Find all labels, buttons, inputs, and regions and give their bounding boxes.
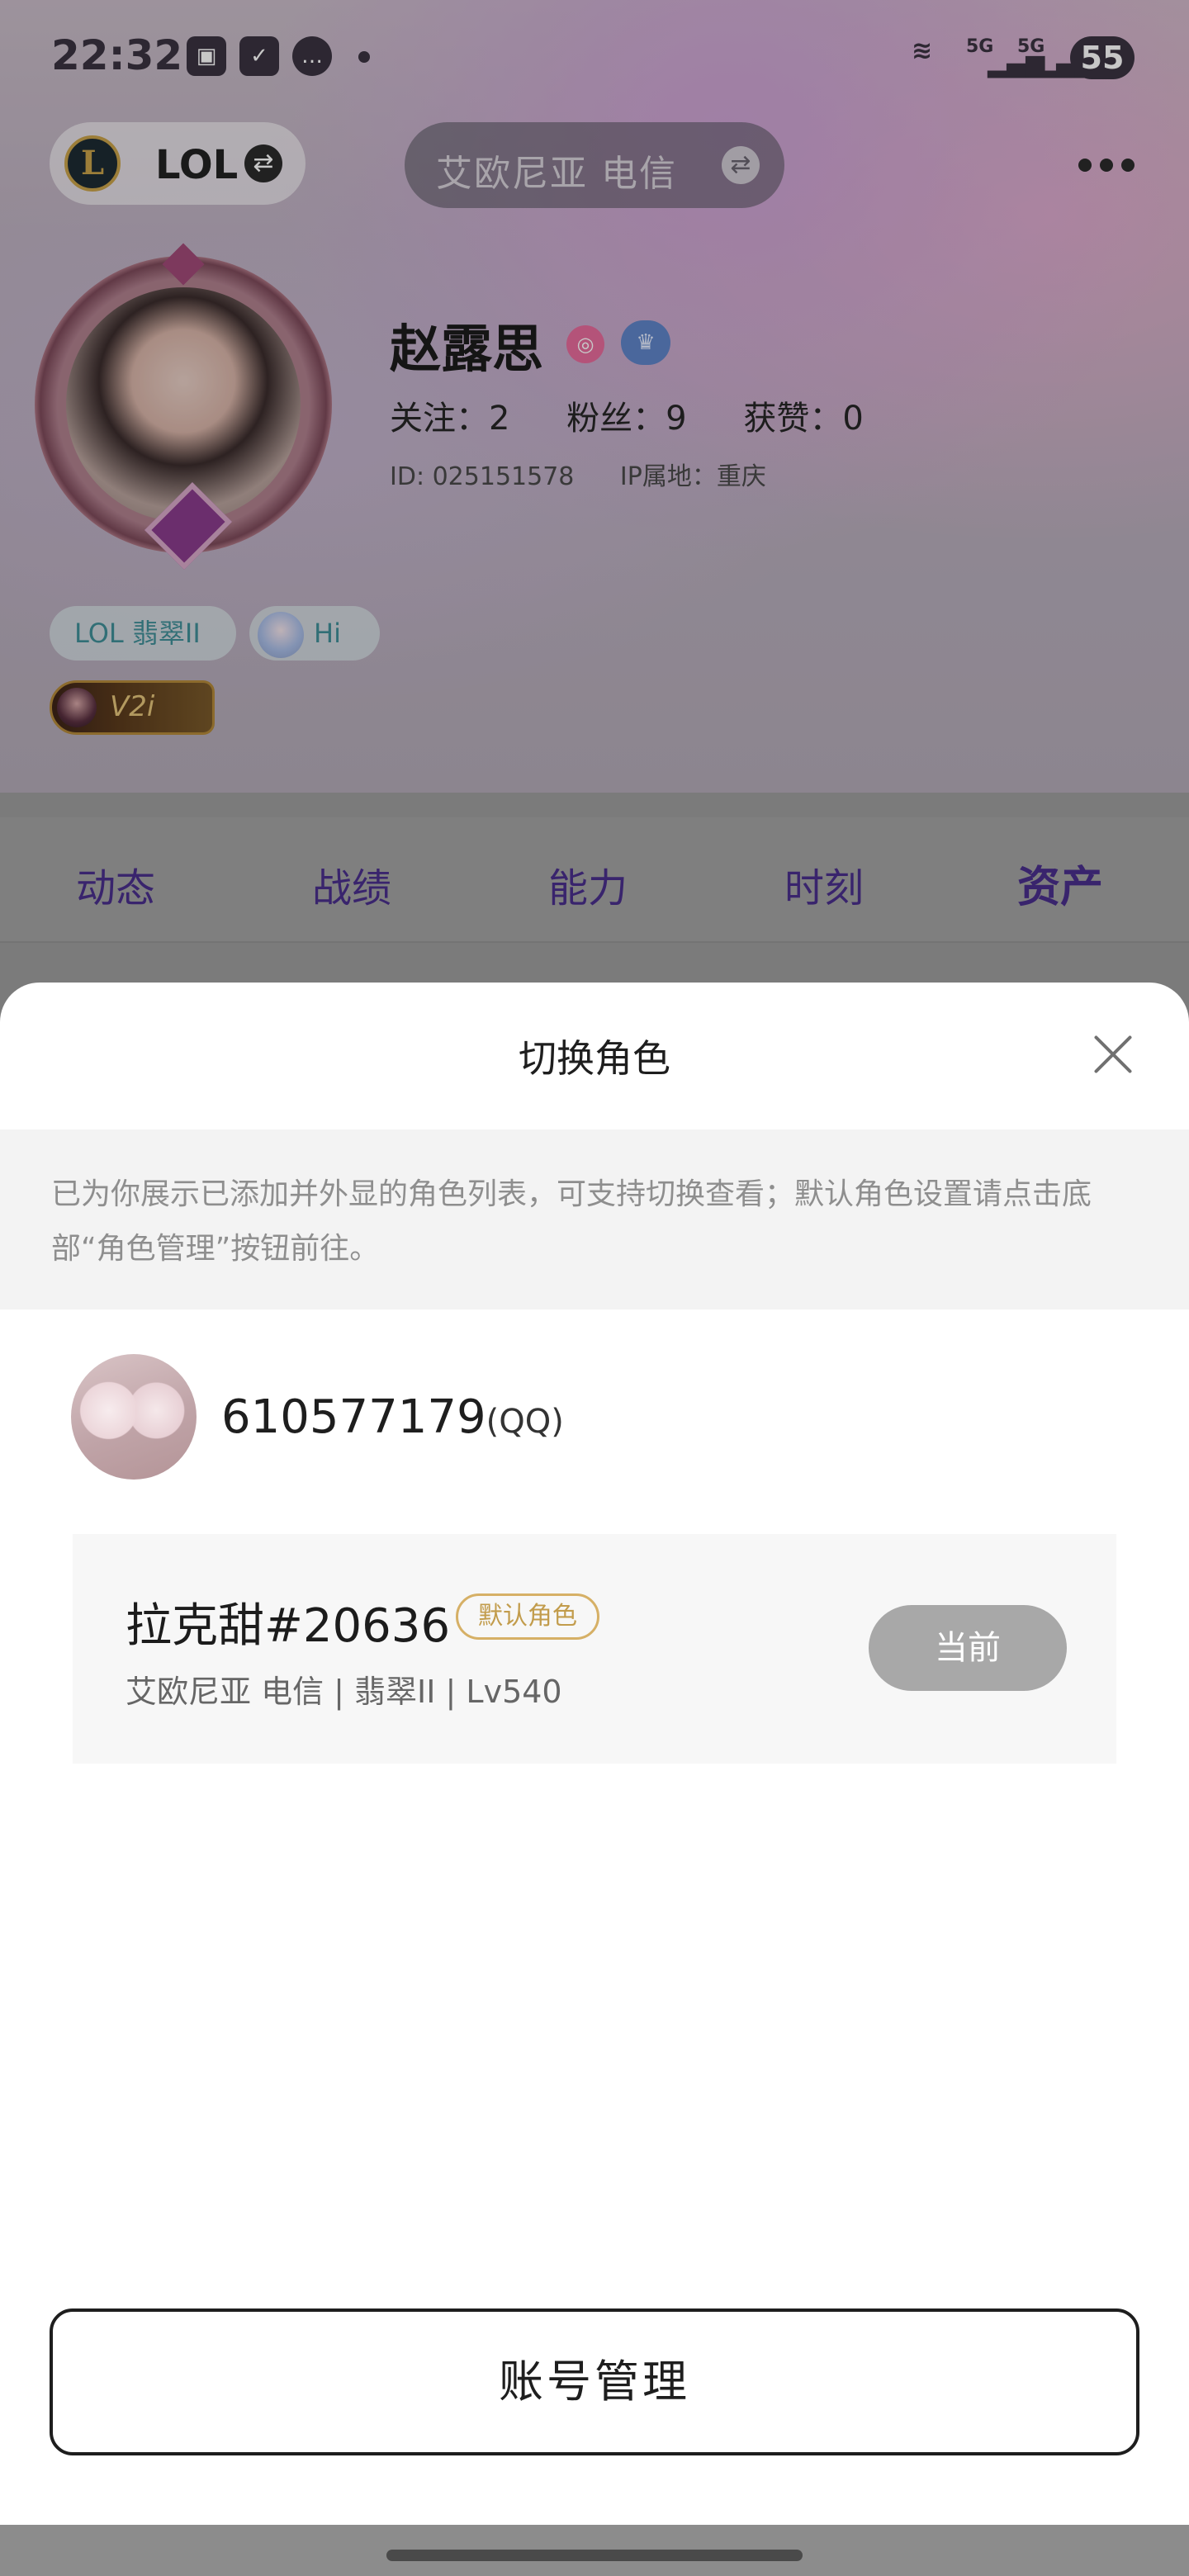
account-avatar [71, 1354, 197, 1480]
system-navigation-bar [0, 2525, 1189, 2576]
account-management-button[interactable]: 账号管理 [50, 2308, 1139, 2455]
home-indicator[interactable] [386, 2550, 803, 2561]
role-detail: 艾欧尼亚 电信 | 翡翠II | Lv540 [126, 1674, 562, 1710]
account-type: (QQ) [486, 1403, 564, 1441]
role-card[interactable]: 拉克甜#20636 默认角色 艾欧尼亚 电信 | 翡翠II | Lv540 当前 [73, 1534, 1116, 1764]
sheet-title: 切换角色 [519, 1036, 670, 1081]
close-icon[interactable] [1087, 1027, 1141, 1082]
account-number: 610577179 [221, 1390, 486, 1444]
switch-role-sheet: 切换角色 已为你展示已添加并外显的角色列表，可支持切换查看；默认角色设置请点击底… [0, 983, 1189, 2525]
current-role-button[interactable]: 当前 [869, 1605, 1067, 1691]
default-role-badge: 默认角色 [456, 1593, 599, 1640]
screen: 22:32 ▣ ✓ … ≋ 5G ▂▄▆ 5G ▂▄▆ 55 L LOL ⇄ 艾… [0, 0, 1189, 2576]
sheet-notice: 已为你展示已添加并外显的角色列表，可支持切换查看；默认角色设置请点击底部“角色管… [0, 1129, 1189, 1309]
account-id: 610577179(QQ) [221, 1390, 564, 1444]
role-name: 拉克甜#20636 [126, 1599, 451, 1653]
